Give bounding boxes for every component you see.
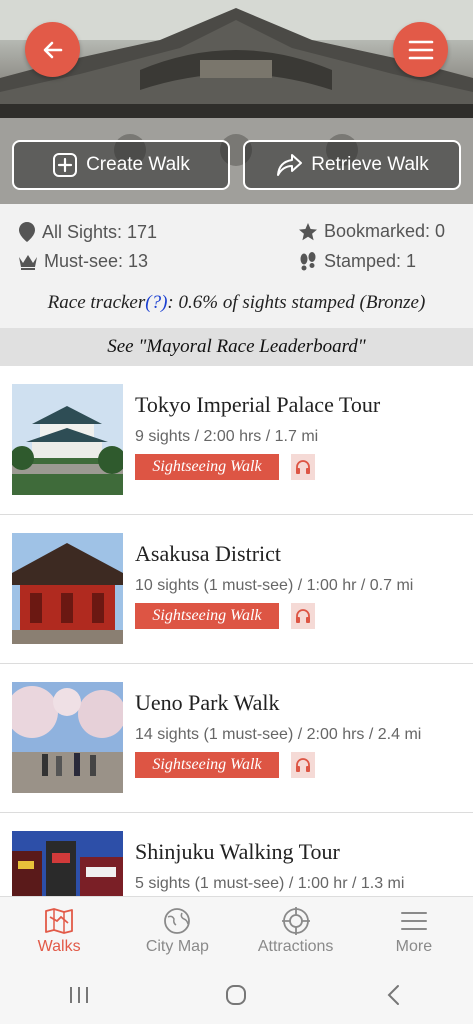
arrow-left-icon xyxy=(43,41,62,58)
headphones-icon xyxy=(291,454,315,480)
leaderboard-link[interactable]: See "Mayoral Race Leaderboard" xyxy=(0,328,473,366)
walk-item-shinjuku[interactable]: Shinjuku Walking Tour 5 sights (1 must-s… xyxy=(0,813,473,896)
back-button[interactable] xyxy=(25,22,80,77)
walk-thumbnail xyxy=(12,533,123,644)
recent-apps-button[interactable] xyxy=(49,975,109,1015)
headphones-icon xyxy=(291,752,315,778)
walk-type-badge: Sightseeing Walk xyxy=(135,752,279,778)
star-icon xyxy=(299,222,317,240)
nav-attractions-label: Attractions xyxy=(257,938,334,955)
walk-type-badge: Sightseeing Walk xyxy=(135,603,279,629)
nav-city-map[interactable]: City Map xyxy=(118,897,236,966)
headphones-icon xyxy=(291,603,315,629)
stamped-stat[interactable]: Stamped: 1 xyxy=(298,251,416,272)
walk-list: Tokyo Imperial Palace Tour 9 sights / 2:… xyxy=(0,366,473,896)
walk-item-ueno[interactable]: Ueno Park Walk 14 sights (1 must-see) / … xyxy=(0,664,473,813)
walk-title: Ueno Park Walk xyxy=(135,690,280,715)
all-sights-label: All Sights: 171 xyxy=(42,221,158,242)
target-icon xyxy=(281,907,310,935)
walk-meta: 10 sights (1 must-see) / 1:00 hr / 0.7 m… xyxy=(135,577,414,594)
walk-item-imperial-palace[interactable]: Tokyo Imperial Palace Tour 9 sights / 2:… xyxy=(0,366,473,515)
map-pin-icon xyxy=(19,222,35,242)
nav-walks[interactable]: Walks xyxy=(0,897,118,966)
walk-thumbnail xyxy=(12,384,123,495)
walk-type-badge: Sightseeing Walk xyxy=(135,454,279,480)
walk-meta: 9 sights / 2:00 hrs / 1.7 mi xyxy=(135,428,319,445)
menu-button[interactable] xyxy=(393,22,448,77)
nav-more-label: More xyxy=(395,938,433,955)
recent-apps-icon xyxy=(69,987,88,1003)
retrieve-walk-button[interactable]: Retrieve Walk xyxy=(243,140,461,190)
create-walk-button[interactable]: Create Walk xyxy=(12,140,230,190)
stamped-label: Stamped: 1 xyxy=(324,251,417,271)
plus-square-icon xyxy=(53,153,78,177)
chevron-left-icon xyxy=(387,985,400,1005)
race-help-link[interactable]: (?) xyxy=(145,292,167,313)
walk-meta: 14 sights (1 must-see) / 2:00 hrs / 2.4 … xyxy=(135,726,422,743)
walk-title: Tokyo Imperial Palace Tour xyxy=(135,392,381,417)
must-see-label: Must-see: 13 xyxy=(44,251,149,271)
menu-icon xyxy=(400,912,427,930)
walk-thumbnail xyxy=(12,831,123,896)
nav-walks-label: Walks xyxy=(37,938,81,955)
create-walk-label: Create Walk xyxy=(86,154,190,175)
walk-title: Shinjuku Walking Tour xyxy=(135,839,340,864)
walk-thumbnail xyxy=(12,682,123,793)
crown-icon xyxy=(19,254,37,270)
system-nav-bar xyxy=(0,966,473,1024)
leaderboard-label: See "Mayoral Race Leaderboard" xyxy=(107,336,366,357)
footprints-icon xyxy=(300,251,316,270)
bottom-nav: Walks City Map Attractions More xyxy=(0,896,473,966)
map-icon xyxy=(45,908,74,934)
retrieve-walk-label: Retrieve Walk xyxy=(311,154,429,175)
nav-city-map-label: City Map xyxy=(145,938,209,955)
home-button[interactable] xyxy=(206,975,266,1015)
bookmarked-stat[interactable]: Bookmarked: 0 xyxy=(298,221,445,242)
home-icon xyxy=(226,985,247,1005)
all-sights-stat[interactable]: All Sights: 171 xyxy=(18,221,157,243)
walk-item-asakusa[interactable]: Asakusa District 10 sights (1 must-see) … xyxy=(0,515,473,664)
bookmarked-label: Bookmarked: 0 xyxy=(324,221,446,241)
system-back-button[interactable] xyxy=(364,975,424,1015)
hero-banner: Create Walk Retrieve Walk xyxy=(0,0,473,204)
walk-meta: 5 sights (1 must-see) / 1:00 hr / 1.3 mi xyxy=(135,875,405,892)
race-tracker: Race tracker(?): 0.6% of sights stamped … xyxy=(0,292,473,314)
nav-more[interactable]: More xyxy=(355,897,473,966)
race-prefix: Race tracker xyxy=(47,292,146,313)
stats-panel: All Sights: 171 Must-see: 13 Bookmarked:… xyxy=(0,204,473,328)
hamburger-menu-icon xyxy=(408,40,433,59)
must-see-stat[interactable]: Must-see: 13 xyxy=(18,251,148,272)
walk-title: Asakusa District xyxy=(135,541,282,566)
globe-icon xyxy=(164,908,191,934)
share-arrow-icon xyxy=(277,154,303,176)
nav-attractions[interactable]: Attractions xyxy=(237,897,355,966)
race-status: : 0.6% of sights stamped (Bronze) xyxy=(167,292,426,313)
